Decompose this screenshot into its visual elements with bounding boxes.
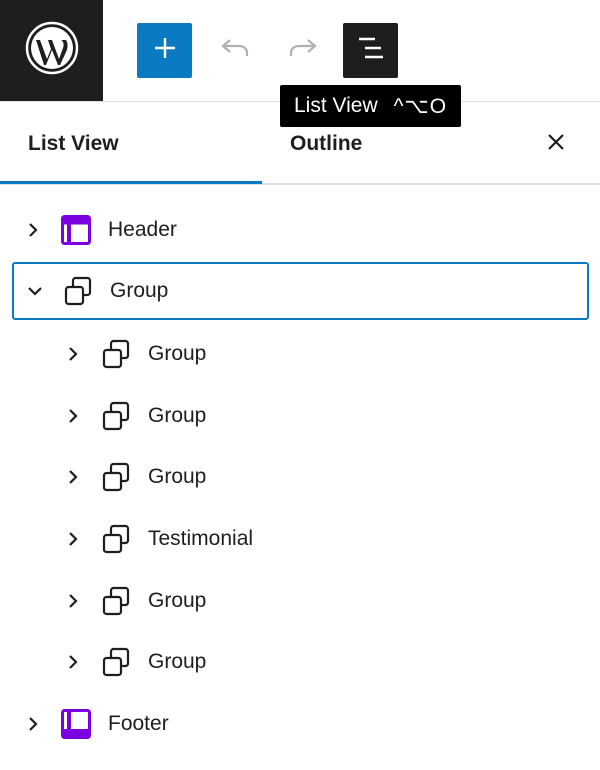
tree-item-group[interactable]: Group <box>62 633 582 691</box>
redo-button[interactable] <box>275 23 330 78</box>
close-icon <box>546 132 566 157</box>
tab-list-view[interactable]: List View <box>28 102 119 185</box>
tree-item-group[interactable]: Group <box>62 325 582 383</box>
template-part-header-icon <box>60 214 92 246</box>
list-view-toggle-button[interactable] <box>343 23 398 78</box>
group-icon <box>100 646 132 678</box>
chevron-down-icon[interactable] <box>24 280 46 302</box>
tree-item-group[interactable]: Group <box>62 572 582 630</box>
tooltip-shortcut: ^⌥O <box>393 94 448 118</box>
tree-item-group[interactable]: Group <box>62 387 582 445</box>
chevron-right-icon[interactable] <box>22 713 44 735</box>
editor-sidebar: List View ^⌥O List View Outline Header G… <box>0 0 600 770</box>
tree-item-footer[interactable]: Footer <box>22 695 582 753</box>
tree-item-label: Group <box>148 589 207 612</box>
tree-item-group[interactable]: Group <box>62 448 582 506</box>
tree-item-label: Group <box>148 342 207 365</box>
group-icon <box>100 523 132 555</box>
chevron-right-icon[interactable] <box>62 528 84 550</box>
tree-item-label: Group <box>148 465 207 488</box>
group-icon <box>100 585 132 617</box>
tree-item-label: Group <box>148 404 207 427</box>
redo-icon <box>288 36 318 65</box>
chevron-right-icon[interactable] <box>62 466 84 488</box>
undo-button[interactable] <box>207 23 262 78</box>
close-button[interactable] <box>536 124 576 164</box>
tree-item-group-selected[interactable]: Group <box>12 262 589 320</box>
tree-item-label: Footer <box>108 712 169 735</box>
list-view-tooltip: List View ^⌥O <box>280 85 462 127</box>
chevron-right-icon[interactable] <box>62 405 84 427</box>
chevron-right-icon[interactable] <box>62 590 84 612</box>
tree-item-header[interactable]: Header <box>22 201 582 259</box>
tree-item-testimonial[interactable]: Testimonial <box>62 510 582 568</box>
tree-item-label: Group <box>110 279 169 302</box>
wordpress-logo-icon <box>25 21 79 80</box>
undo-icon <box>220 36 250 65</box>
wordpress-logo-button[interactable] <box>0 0 103 101</box>
tree-item-label: Header <box>108 218 177 241</box>
chevron-right-icon[interactable] <box>62 651 84 673</box>
chevron-right-icon[interactable] <box>22 219 44 241</box>
tooltip-label: List View <box>294 94 378 117</box>
group-icon <box>100 400 132 432</box>
group-icon <box>100 461 132 493</box>
group-icon <box>100 338 132 370</box>
plus-icon <box>153 36 177 65</box>
template-part-footer-icon <box>60 708 92 740</box>
tree-item-label: Group <box>148 650 207 673</box>
active-tab-indicator <box>0 181 262 184</box>
tree-item-label: Testimonial <box>148 527 254 550</box>
list-view-icon <box>356 36 386 65</box>
add-block-button[interactable] <box>137 23 192 78</box>
chevron-right-icon[interactable] <box>62 343 84 365</box>
group-icon <box>62 275 94 307</box>
